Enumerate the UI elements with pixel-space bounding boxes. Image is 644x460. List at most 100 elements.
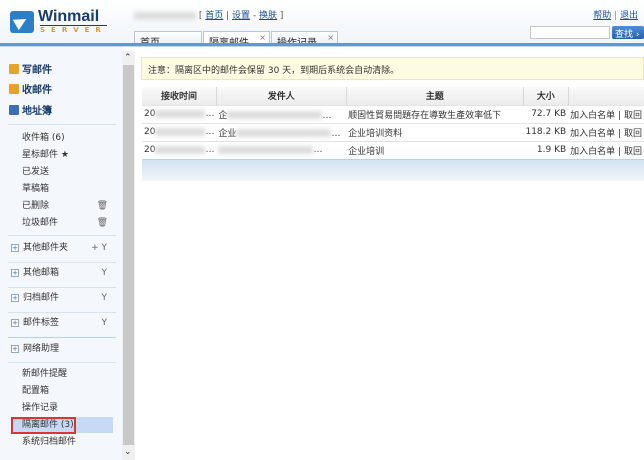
- tab-quarantine[interactable]: 隔离邮件 ×: [203, 31, 270, 49]
- expand-icon[interactable]: +: [11, 294, 19, 302]
- close-icon[interactable]: ×: [327, 33, 334, 42]
- logout-link[interactable]: 退出: [620, 11, 638, 21]
- label: 归档邮件: [23, 293, 60, 303]
- home-link[interactable]: 首页: [205, 11, 223, 21]
- add-whitelist-link[interactable]: 加入白名单: [570, 147, 615, 157]
- label: 收邮件: [22, 85, 52, 96]
- retrieve-link[interactable]: 取回: [624, 147, 642, 157]
- group-network-assistant[interactable]: + 网络助理: [11, 341, 111, 357]
- table-row[interactable]: 20… 企… 顺固性貿易問題存在導致生產效率低下 72.7 KB 加入白名单 |…: [142, 104, 644, 123]
- divider: [8, 287, 116, 288]
- search-button[interactable]: 查找 ›: [612, 26, 644, 40]
- expand-icon[interactable]: +: [11, 269, 19, 277]
- separator: |: [618, 146, 622, 157]
- search-input[interactable]: [530, 26, 610, 39]
- top-links: 帮助 | 退出: [593, 11, 638, 21]
- tool-system-archive[interactable]: 系统归档邮件: [22, 434, 112, 450]
- subject[interactable]: 企业培训: [346, 140, 524, 159]
- size: 1.9 KB: [523, 140, 569, 159]
- sidebar-scrollbar[interactable]: ⌃ ⌄: [122, 51, 135, 460]
- col-actions: [568, 87, 644, 105]
- add-whitelist-link[interactable]: 加入白名单: [570, 129, 615, 139]
- trash-icon[interactable]: 🗑: [97, 198, 108, 214]
- col-sender[interactable]: 发件人: [216, 87, 347, 105]
- divider: [8, 337, 116, 338]
- retrieve-link[interactable]: 取回: [624, 129, 642, 139]
- subject[interactable]: 企业培训资料: [346, 122, 524, 141]
- tool-operation-log[interactable]: 操作记录: [22, 400, 112, 416]
- scroll-thumb[interactable]: [123, 65, 134, 445]
- add-whitelist-link[interactable]: 加入白名单: [570, 111, 615, 121]
- label: 已删除: [22, 201, 50, 211]
- notice-banner: 注意：隔离区中的邮件会保留 30 天，到期后系统会自动清除。: [141, 57, 644, 80]
- separator: |: [618, 110, 622, 121]
- label: 配置箱: [22, 386, 50, 396]
- received-time: 20…: [142, 140, 217, 159]
- sender: …: [216, 140, 347, 159]
- col-subject[interactable]: 主题: [346, 87, 524, 105]
- filter-icon[interactable]: Y: [102, 315, 108, 331]
- group-other-folders[interactable]: + 其他邮件夹 + Y: [11, 240, 111, 256]
- folder-deleted[interactable]: 已删除 🗑: [22, 198, 112, 214]
- main-content: 注意：隔离区中的邮件会保留 30 天，到期后系统会自动清除。 接收时间 发件人 …: [138, 47, 644, 460]
- folder-starred[interactable]: 星标邮件 ★: [22, 147, 112, 163]
- add-filter-icon[interactable]: + Y: [91, 240, 107, 256]
- filter-icon[interactable]: Y: [102, 290, 108, 306]
- tab-home[interactable]: 首页: [134, 31, 202, 49]
- divider: [8, 235, 116, 236]
- folder-inbox[interactable]: 收件箱 (6): [22, 130, 112, 146]
- actions: 加入白名单 | 取回: [568, 140, 644, 159]
- label: 操作记录: [22, 403, 59, 413]
- sender: 企…: [216, 104, 347, 123]
- quarantine-table: 接收时间 发件人 主题 大小 20… 企… 顺固性貿易問題存在導致生產效率低下 …: [142, 87, 644, 159]
- highlight-box: [11, 417, 76, 434]
- settings-link[interactable]: 设置: [232, 11, 250, 21]
- trash-icon[interactable]: 🗑: [97, 215, 108, 231]
- label: 草稿箱: [22, 184, 50, 194]
- retrieve-link[interactable]: 取回: [624, 111, 642, 121]
- compose-button[interactable]: 写邮件: [9, 61, 52, 76]
- receive-button[interactable]: 收邮件: [9, 81, 52, 96]
- label: 收件箱 (6): [22, 133, 65, 143]
- separator: |: [618, 128, 622, 139]
- scroll-up-icon[interactable]: ⌃: [124, 53, 132, 63]
- divider: [8, 262, 116, 263]
- scroll-down-icon[interactable]: ⌄: [124, 447, 132, 457]
- skin-link[interactable]: 换肤: [259, 11, 277, 21]
- expand-icon[interactable]: +: [11, 345, 19, 353]
- group-archive[interactable]: + 归档邮件 Y: [11, 290, 111, 306]
- user-bar: [ 首页 | 设置 - 换肤 ]: [134, 8, 283, 21]
- subject[interactable]: 顺固性貿易問題存在導致生產效率低下: [346, 104, 524, 123]
- close-icon[interactable]: ×: [259, 33, 266, 42]
- logo-text: Winmail: [38, 8, 100, 25]
- tool-config-box[interactable]: 配置箱: [22, 383, 112, 399]
- folder-spam[interactable]: 垃圾邮件 🗑: [22, 215, 112, 231]
- username-blurred: [134, 11, 196, 20]
- actions: 加入白名单 | 取回: [568, 122, 644, 141]
- label: 其他邮件夹: [23, 243, 69, 253]
- address-book-button[interactable]: 地址簿: [9, 102, 52, 117]
- col-size[interactable]: 大小: [523, 87, 569, 105]
- filter-icon[interactable]: Y: [102, 265, 108, 281]
- table-row[interactable]: 20… 企业… 企业培训资料 118.2 KB 加入白名单 | 取回: [142, 122, 644, 141]
- label: 星标邮件 ★: [22, 150, 69, 160]
- sender: 企业…: [216, 122, 347, 141]
- expand-icon[interactable]: +: [11, 244, 19, 252]
- sidebar: 写邮件 收邮件 地址簿 收件箱 (6) 星标邮件 ★ 已发送 草稿箱 已删除 🗑 …: [0, 47, 122, 460]
- group-other-mailboxes[interactable]: + 其他邮箱 Y: [11, 265, 111, 281]
- folder-sent[interactable]: 已发送: [22, 164, 112, 180]
- receive-icon: [9, 83, 19, 94]
- logo-mark-icon: [10, 11, 34, 33]
- actions: 加入白名单 | 取回: [568, 104, 644, 123]
- label: 系统归档邮件: [22, 437, 77, 447]
- label: 网络助理: [23, 344, 60, 354]
- expand-icon[interactable]: +: [11, 319, 19, 327]
- help-link[interactable]: 帮助: [593, 11, 611, 21]
- tab-operation-log[interactable]: 操作记录 ×: [271, 31, 338, 49]
- tool-new-mail-alert[interactable]: 新邮件提醒: [22, 366, 112, 382]
- table-row[interactable]: 20… … 企业培训 1.9 KB 加入白名单 | 取回: [142, 140, 644, 159]
- col-received-time[interactable]: 接收时间: [142, 87, 217, 105]
- folder-drafts[interactable]: 草稿箱: [22, 181, 112, 197]
- size: 72.7 KB: [523, 104, 569, 123]
- group-tags[interactable]: + 邮件标签 Y: [11, 315, 111, 331]
